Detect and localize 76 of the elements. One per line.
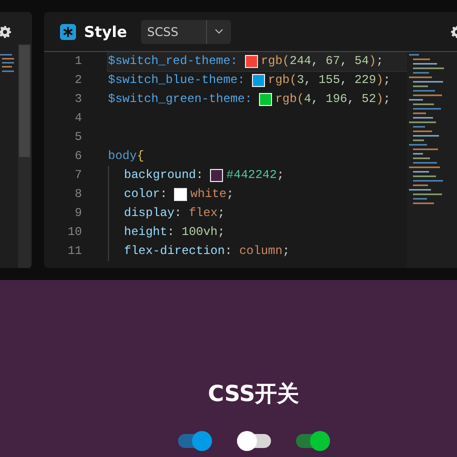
code-token: $switch_blue-theme:: [108, 72, 246, 89]
code-token: background: [124, 167, 196, 184]
code-token: 52: [362, 91, 376, 108]
code-token: ): [376, 91, 384, 108]
line-number: 8: [74, 186, 83, 203]
minimap: [0, 54, 14, 72]
code-token: $switch_red-theme:: [108, 53, 239, 70]
code-token: ;: [218, 205, 225, 222]
line-number: 3: [74, 91, 83, 108]
code-token: white: [190, 186, 226, 203]
line-number: 10: [66, 224, 83, 241]
code-token: ,: [304, 72, 312, 89]
color-swatch[interactable]: [244, 55, 258, 68]
settings-icon[interactable]: [0, 26, 11, 38]
code-token: 100vh: [182, 224, 218, 241]
code-token: flex: [188, 205, 218, 222]
scrollbar-thumb[interactable]: [19, 45, 30, 157]
code-token: ,: [347, 91, 356, 108]
color-swatch[interactable]: [210, 169, 224, 182]
code-token: ,: [311, 53, 320, 70]
line-number: 2: [74, 72, 83, 89]
code-token: ): [376, 72, 384, 89]
caret-icon: [215, 29, 224, 34]
code-token: :: [160, 186, 168, 203]
code-token: ,: [340, 72, 348, 89]
panel-title: Style: [84, 22, 128, 40]
code-token: ;: [282, 243, 290, 260]
code-token: ;: [383, 91, 390, 108]
code-token: ): [368, 53, 376, 70]
code-token: ;: [376, 53, 384, 70]
code-token: rgb(: [275, 91, 304, 108]
code-token: rgb(: [268, 72, 297, 89]
code-token: ;: [383, 72, 390, 89]
code-token: 155: [318, 72, 340, 89]
line-number: 9: [74, 205, 83, 222]
line-number: 7: [74, 167, 83, 184]
code-token: flex-direction: [124, 243, 225, 260]
code-token: {: [136, 148, 144, 165]
code-token: 229: [354, 72, 376, 89]
code-token: rgb(: [260, 53, 290, 70]
code-token: column: [239, 243, 282, 260]
code-token: ;: [226, 186, 234, 203]
code-token: #442242: [226, 167, 277, 184]
code-token: ,: [340, 53, 348, 70]
code-token: $switch_green-theme:: [108, 91, 254, 108]
code-token: :: [174, 205, 183, 222]
code-token: 196: [326, 91, 348, 108]
line-number: 1: [74, 53, 83, 70]
code-token: ,: [311, 91, 320, 108]
code-token: :: [224, 243, 234, 260]
code-token: :: [196, 167, 204, 184]
line-number: 5: [74, 129, 83, 146]
line-number: 4: [74, 110, 83, 127]
language-dropdown[interactable]: SCSS: [141, 20, 232, 44]
code-token: :: [167, 224, 176, 241]
code-token: 4: [304, 91, 312, 108]
code-token: 3: [296, 72, 304, 89]
code-token: body: [108, 148, 137, 165]
color-swatch[interactable]: [259, 93, 272, 106]
code-token: ;: [218, 224, 225, 241]
toggle-switch[interactable]: [178, 431, 212, 451]
line-number: 11: [66, 243, 83, 260]
code-token: ;: [276, 167, 284, 184]
toggle-switch[interactable]: [296, 431, 330, 451]
code-token: 54: [354, 53, 369, 70]
code-token: display: [124, 205, 174, 222]
code-token: 244: [290, 53, 312, 70]
toggle-switch[interactable]: [236, 431, 270, 451]
color-swatch[interactable]: [252, 74, 266, 87]
code-token: color: [124, 186, 160, 203]
preview-heading: CSS开关: [208, 381, 300, 409]
color-swatch[interactable]: [174, 188, 188, 201]
code-token: 67: [326, 53, 340, 70]
line-number: 6: [74, 148, 83, 165]
asterisk-icon: [60, 24, 76, 40]
code-token: height: [124, 224, 168, 241]
